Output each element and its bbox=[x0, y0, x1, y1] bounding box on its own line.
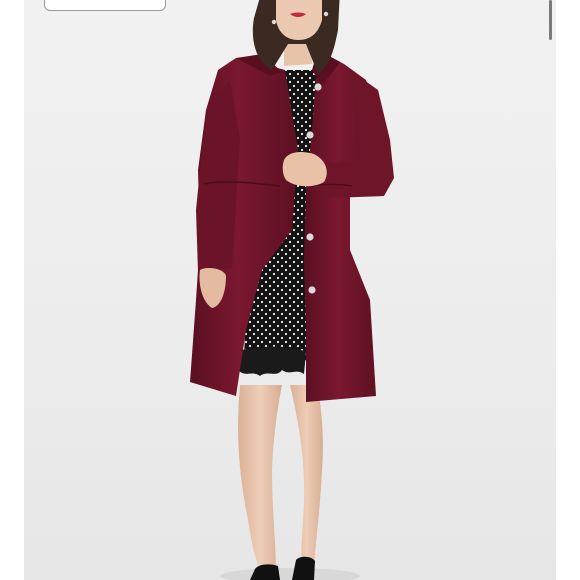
right-leg bbox=[290, 385, 323, 566]
earring-right bbox=[323, 11, 329, 17]
left-leg bbox=[238, 385, 282, 573]
scrollbar-thumb[interactable] bbox=[549, 0, 552, 40]
right-shoe bbox=[292, 556, 315, 580]
coat-button bbox=[306, 233, 314, 241]
coat-left-sleeve bbox=[196, 80, 240, 272]
lace-hem bbox=[238, 346, 306, 376]
left-shoe bbox=[250, 564, 280, 580]
product-photo-frame bbox=[0, 0, 580, 580]
floor-shadow bbox=[220, 568, 360, 580]
earring-left bbox=[271, 19, 277, 25]
model-illustration bbox=[190, 0, 394, 580]
coat-button bbox=[308, 286, 316, 294]
coat-button bbox=[306, 131, 314, 139]
top-pill-button[interactable] bbox=[44, 0, 166, 11]
coat-button bbox=[314, 83, 322, 91]
scrollbar-track[interactable] bbox=[546, 0, 554, 580]
